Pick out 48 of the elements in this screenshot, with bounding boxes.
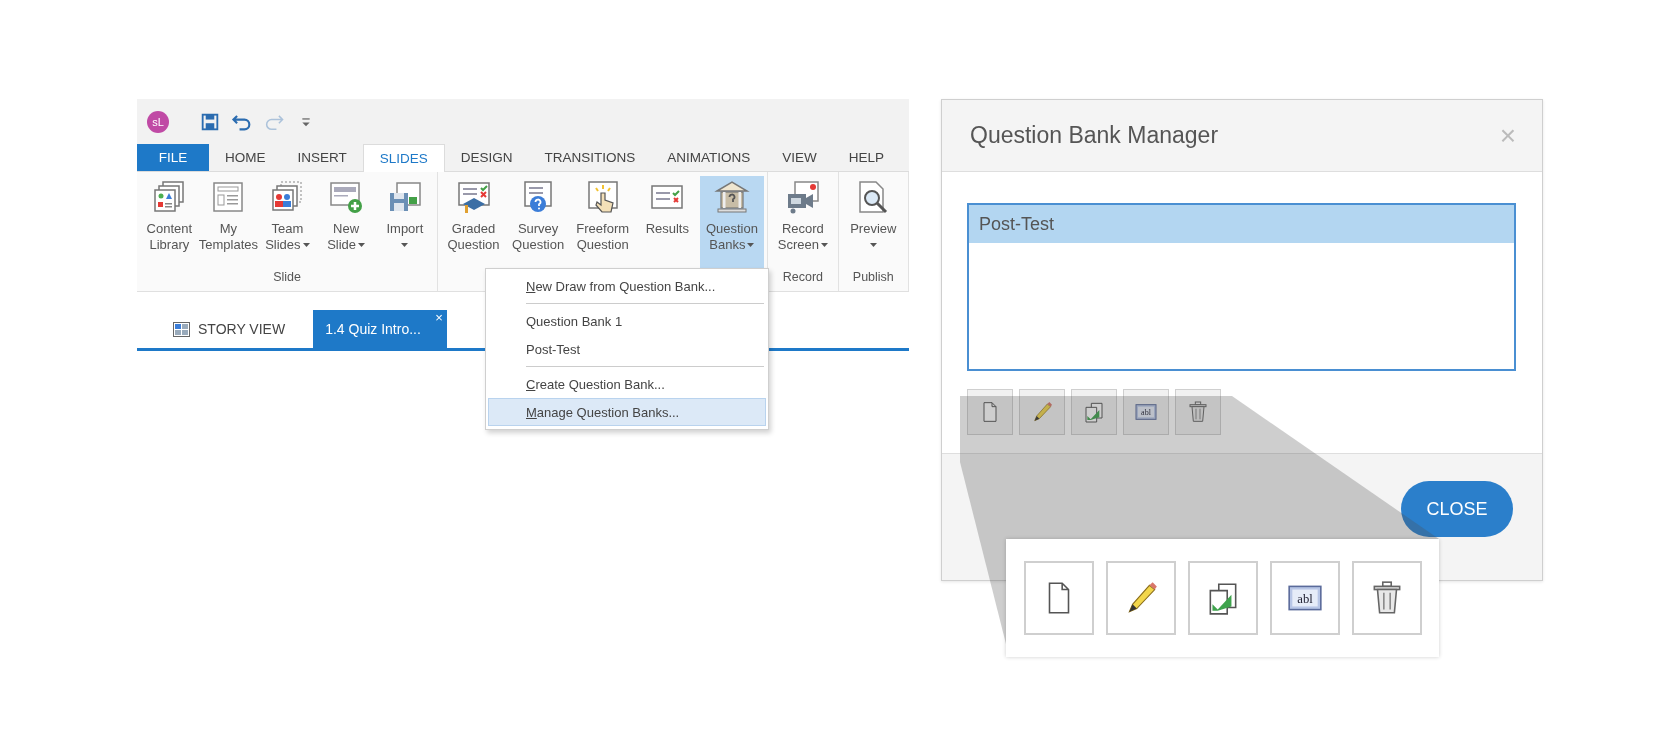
menu-item[interactable]: Manage Question Banks...	[488, 398, 766, 426]
ribbon-button[interactable]: Team Slides	[258, 176, 317, 270]
toolbar-button[interactable]: abl	[1269, 561, 1340, 635]
ribbon-tab[interactable]: HOME	[209, 144, 282, 171]
ribbon-tab[interactable]: SLIDES	[362, 144, 445, 172]
menu-item[interactable]: Question Bank 1	[488, 307, 766, 335]
slide-plus-icon	[328, 179, 365, 215]
list-item[interactable]: Post-Test	[969, 205, 1514, 243]
trash-icon	[1186, 400, 1210, 424]
graduation-cap-icon	[455, 179, 492, 215]
toolbar-button[interactable]	[1175, 389, 1221, 435]
ribbon-button[interactable]: Survey Question	[505, 176, 571, 270]
ribbon-tab[interactable]: TRANSITIONS	[528, 144, 652, 171]
toolbar-button[interactable]	[1351, 561, 1422, 635]
ribbon-tab[interactable]: DESIGN	[444, 144, 529, 171]
bank-building-icon	[713, 179, 750, 215]
close-icon[interactable]: ×	[435, 310, 443, 325]
close-button[interactable]: CLOSE	[1401, 481, 1513, 537]
ribbon-button[interactable]: Freeform Question	[570, 176, 635, 270]
menu-item[interactable]: Post-Test	[488, 335, 766, 363]
toolbar-button[interactable]	[1187, 561, 1258, 635]
ribbon-button[interactable]: New Slide	[316, 176, 376, 270]
ribbon-tab[interactable]: VIEW	[766, 144, 833, 171]
dialog-title: Question Bank Manager	[970, 122, 1219, 149]
ribbon-tab[interactable]: INSERT	[281, 144, 363, 171]
document-tab[interactable]: 1.4 Quiz Intro... ×	[313, 310, 447, 348]
ribbon-button[interactable]: Graded Question	[441, 176, 506, 270]
document-tab[interactable]: STORY VIEW	[137, 310, 314, 348]
menu-item[interactable]: New Draw from Question Bank...	[488, 272, 766, 300]
list-box[interactable]: Post-Test	[967, 203, 1516, 371]
ribbon-button[interactable]: My Templates	[198, 176, 258, 270]
ribbon-tab[interactable]: ANIMATIONS	[651, 144, 767, 171]
ribbon-tab[interactable]: HELP	[832, 144, 901, 171]
ribbon-button[interactable]: Import	[375, 176, 435, 270]
file-tab[interactable]: FILE	[137, 144, 209, 171]
group-label: Slide	[273, 270, 301, 284]
ribbon-button[interactable]: Question Banks	[699, 176, 765, 270]
ribbon-button[interactable]: Results	[635, 176, 700, 270]
toolbar-button[interactable]	[1071, 389, 1117, 435]
copy-icon	[1082, 400, 1106, 424]
story-view-icon	[173, 321, 190, 337]
ribbon-button[interactable]: Preview	[841, 176, 905, 270]
group-label: Publish	[852, 270, 894, 284]
app-logo: sL	[147, 110, 169, 133]
group-label: Record	[782, 270, 824, 284]
ribbon-button[interactable]: Content Library	[140, 176, 199, 270]
menu-item[interactable]: Create Question Bank...	[488, 370, 766, 398]
ribbon-button[interactable]: Record Screen	[771, 176, 835, 270]
